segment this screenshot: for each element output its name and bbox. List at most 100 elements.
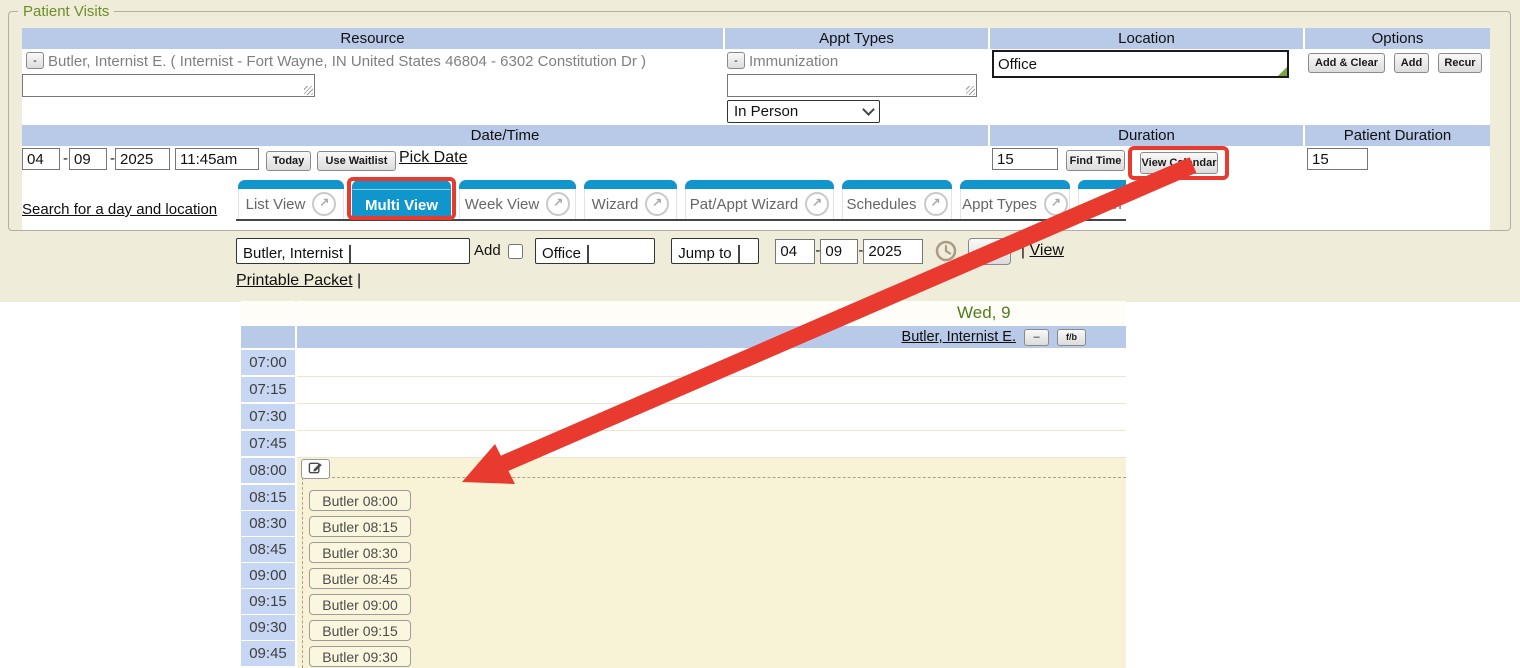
resource-collapse-button[interactable]: - [26,52,44,69]
tab-label: Wizard [592,196,639,213]
add-checkbox[interactable] [508,244,523,259]
appointment-slot-button[interactable]: Butler 08:45 [309,568,411,589]
view-calendar-button[interactable]: View Calendar [1140,152,1218,174]
calendar-slot-row[interactable] [297,404,1126,431]
toolbar-day-input[interactable] [820,239,858,264]
tab-week-view[interactable]: Week View↗ [459,180,576,219]
calendar-slot-row[interactable] [297,350,1126,377]
visit-month-input[interactable] [22,148,60,170]
provider-select[interactable]: Butler, Internist [236,238,470,264]
appointment-slot-button[interactable]: Butler 09:15 [309,620,411,641]
recur-button[interactable]: Recur [1438,53,1482,73]
calendar-resource-header: Butler, Internist E. – f/b [297,326,1126,348]
toolbar-month-input[interactable] [775,239,815,264]
add-button[interactable]: Add [1394,53,1429,73]
patient-visits-page: Patient Visits Resource Appt Types Locat… [0,0,1520,668]
tab-body[interactable]: Wizard ↗ [584,189,677,219]
resource-header-link[interactable]: Butler, Internist E. [902,329,1016,345]
patient-duration-input[interactable] [1307,148,1368,170]
duration-input[interactable] [992,148,1058,170]
appointment-slot-button[interactable]: Butler 08:00 [309,490,411,511]
appt-types-collapse-button[interactable]: - [727,52,745,69]
location-input[interactable] [992,50,1289,78]
tab-schedules[interactable]: Schedules ↗ [842,180,952,219]
tab-top-bar [685,180,834,189]
tab-top-bar [842,180,952,189]
time-label: 09:45 [241,641,295,666]
tab-can[interactable]: Can [1078,180,1126,219]
add-and-clear-button[interactable]: Add & Clear [1308,53,1385,73]
tab-list-view[interactable]: List View ↗ [238,180,344,219]
column-header-duration: Duration [990,125,1303,146]
appt-mode-select[interactable]: In Person [727,100,880,123]
calendar-header-corner [241,326,295,348]
open-in-new-icon[interactable]: ↗ [546,192,570,216]
tab-label: Pat/Appt Wizard [690,196,798,213]
go-button[interactable]: Go [968,238,1011,265]
resource-search-wrap [22,74,315,97]
tab-body[interactable]: Appt Types↗ [960,189,1070,219]
tab-body[interactable]: Pat/Appt Wizard ↗ [685,189,834,219]
appt-type-search-input[interactable] [727,74,977,97]
search-day-location-link[interactable]: Search for a day and location [22,201,217,218]
open-in-new-icon[interactable]: ↗ [645,192,669,216]
tab-body[interactable]: List View ↗ [238,189,344,219]
find-time-button[interactable]: Find Time [1066,150,1125,171]
calendar-day-header-row: Wed, 9 [297,301,1126,324]
resource-search-input[interactable] [22,74,315,97]
fb-button[interactable]: f/b [1057,329,1086,346]
tab-body[interactable]: Week View↗ [459,189,576,219]
calendar-slot-row[interactable] [297,377,1126,404]
tab-top-bar [584,180,677,189]
tab-label: List View [246,196,306,213]
location-input-wrap [992,50,1289,78]
column-header-datetime: Date/Time [22,125,988,146]
tab-appt-types[interactable]: Appt Types↗ [960,180,1070,219]
column-header-patient-duration: Patient Duration [1305,125,1490,146]
tab-top-bar [1078,180,1126,189]
open-in-new-icon[interactable]: ↗ [312,192,336,216]
resize-grip-icon[interactable] [1278,67,1287,76]
open-in-new-icon[interactable]: ↗ [1044,192,1068,216]
time-label: 09:30 [241,615,295,640]
collapse-column-button[interactable]: – [1024,329,1049,346]
tab-pat-appt-wizard[interactable]: Pat/Appt Wizard ↗ [685,180,834,219]
toolbar-year-input[interactable] [863,239,923,264]
tab-label: Schedules [846,196,916,213]
edit-appointment-button[interactable] [301,459,330,479]
use-waitlist-button[interactable]: Use Waitlist [317,151,396,171]
visit-year-input[interactable] [115,148,170,170]
chevron-down-icon [587,245,589,264]
tab-body[interactable]: Can [1078,189,1126,219]
appt-type-selected-text: Immunization [749,53,838,70]
time-label: 09:15 [241,589,295,614]
calendar-slot-row[interactable] [297,431,1126,458]
calendar-corner-cell [241,301,295,324]
open-in-new-icon[interactable]: ↗ [924,192,948,216]
tab-label: Multi View [365,197,438,214]
resize-grip-icon[interactable] [966,86,975,95]
appointment-slot-button[interactable]: Butler 08:30 [309,542,411,563]
jump-to-select[interactable]: Jump to [671,238,759,264]
visit-time-input[interactable] [175,148,259,170]
add-checkbox-label: Add [474,242,501,259]
open-in-new-icon[interactable]: ↗ [805,192,829,216]
appointment-slot-button[interactable]: Butler 09:30 [309,646,411,667]
tab-wizard[interactable]: Wizard ↗ [584,180,677,219]
today-button[interactable]: Today [266,151,311,171]
clock-icon[interactable] [934,239,958,263]
calendar-view-tabs: List View↗Multi ViewWeek View↗Wizard↗Pat… [236,178,1126,222]
column-header-appt-types: Appt Types [725,28,988,49]
column-header-location: Location [990,28,1303,49]
appointment-slot-button[interactable]: Butler 08:15 [309,516,411,537]
tab-body[interactable]: Multi View [352,189,451,220]
fieldset-legend: Patient Visits [18,3,114,20]
visit-day-input[interactable] [69,148,107,170]
location-select[interactable]: Office [535,238,655,264]
pick-date-link[interactable]: Pick Date [399,149,467,167]
resize-grip-icon[interactable] [304,86,313,95]
tab-top-bar [238,180,344,189]
appointment-slot-button[interactable]: Butler 09:00 [309,594,411,615]
tab-multi-view[interactable]: Multi View [352,180,451,219]
tab-body[interactable]: Schedules ↗ [842,189,952,219]
